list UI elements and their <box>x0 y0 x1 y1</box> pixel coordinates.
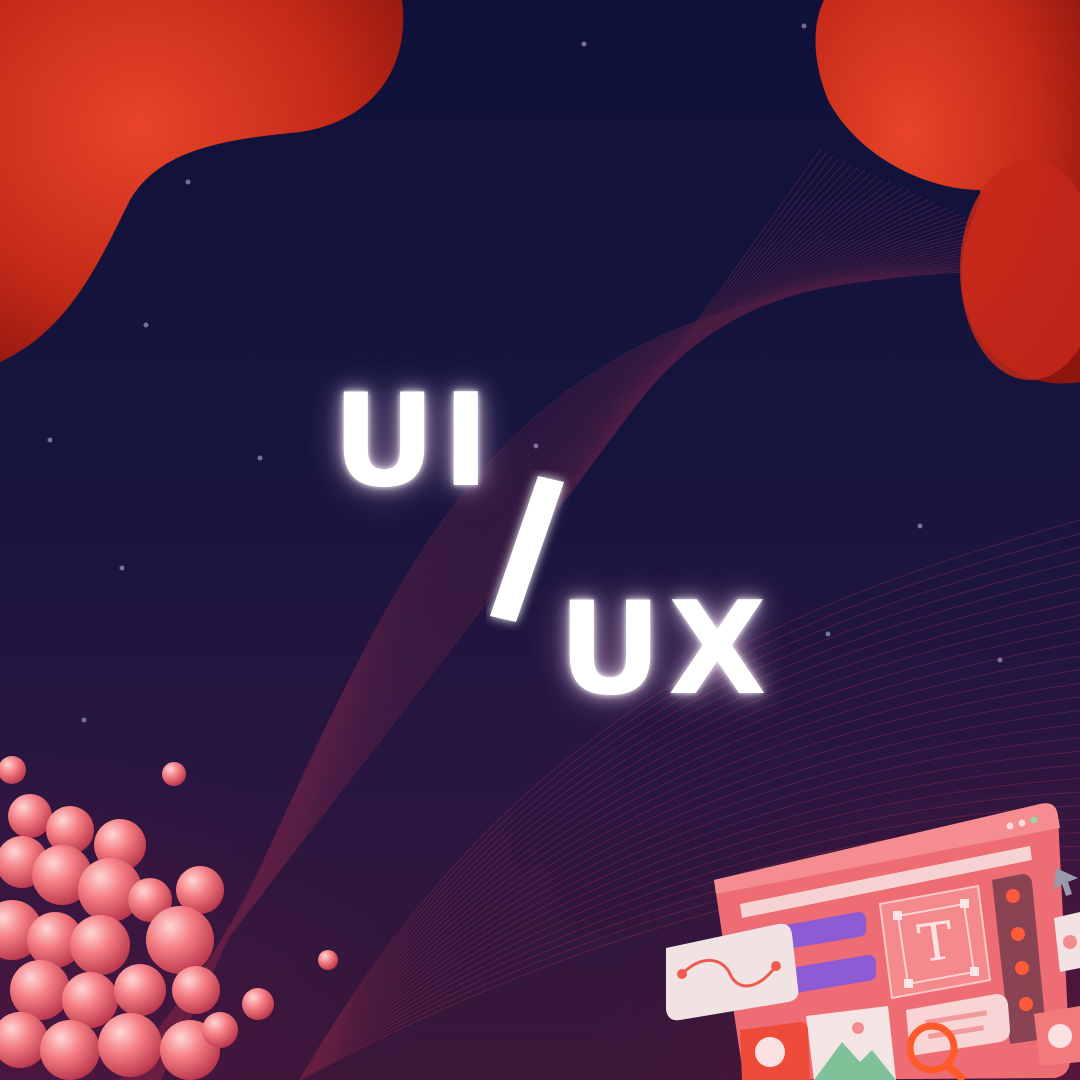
window-dot <box>1030 816 1038 824</box>
record-button-icon <box>740 1022 810 1080</box>
headline-ui: UI <box>332 367 496 516</box>
image-icon <box>806 1006 896 1080</box>
text-tool-icon: T <box>878 884 992 1000</box>
window-dot <box>1018 819 1026 827</box>
headline-ux: UX <box>558 575 773 724</box>
window-dot <box>1006 822 1014 830</box>
poster-canvas: T UI UX <box>0 0 1080 1080</box>
